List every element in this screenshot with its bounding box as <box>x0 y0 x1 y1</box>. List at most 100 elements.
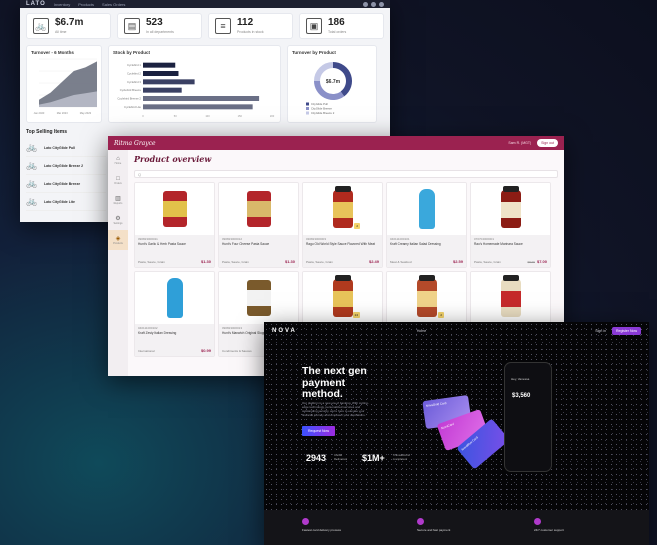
kpi-label: Total orders <box>328 30 347 34</box>
legend-swatch <box>306 102 309 106</box>
product-card[interactable]: 040111000102 Kraft Zesty Italian Dressing… <box>134 271 215 357</box>
y-tick-label: Cyclebird Breeze <box>120 88 142 92</box>
kpi-card-stock: ≡ 112 Products in stock <box>208 13 293 39</box>
product-image <box>219 272 298 324</box>
y-tick-label: Cyclebird 1 <box>127 63 141 67</box>
sidebar-item-home[interactable]: ⌂ Home <box>108 150 128 170</box>
stat-transactions-value: $1M+ <box>362 453 385 463</box>
nova-landing-window: NOVA Home Sign in Register Now The next … <box>264 322 649 545</box>
nav-inventory[interactable]: Inventory <box>54 2 70 7</box>
item-name: Lato CityGlide Breeze 2 <box>44 163 84 168</box>
product-category: Meat & Seafood <box>390 260 412 264</box>
label-band <box>246 201 271 217</box>
hero-headline: The next gen payment method. <box>302 365 367 400</box>
stat-transactions-label: Transactions completed <box>392 453 410 461</box>
stock-chart-panel: Stock by Product Cyclebird 1 Cyclebird 2C… <box>108 45 281 123</box>
x-tick-label: 50 <box>174 114 177 118</box>
bar <box>143 62 176 68</box>
nav-products[interactable]: Products <box>78 2 94 7</box>
product-name: Hunt's Four Cheese Pasta Sauce <box>222 242 270 246</box>
sidebar-label: Reports <box>113 202 123 205</box>
product-sku: 090823000012 <box>222 237 243 241</box>
sidebar-item-products[interactable]: ◈ Products <box>108 230 128 250</box>
donut-center-value: $6.7m <box>326 79 341 85</box>
product-meta: 070704000001 Rao's Homemade Marinara Sauc… <box>471 235 550 267</box>
bar <box>143 79 195 85</box>
jar-image <box>416 275 437 317</box>
phone-mockup: Hey, Vanessa $3,560 <box>504 362 552 472</box>
sidebar-item-settings[interactable]: ⚙ Settings <box>108 210 128 230</box>
product-price: $2.49 <box>369 259 379 264</box>
turnover-donut-chart: $6.7m CityGlide PullCityGlide BreezeCityG… <box>306 62 352 115</box>
product-image <box>303 272 382 324</box>
list-item[interactable]: 🚲 Lato CityGlide Breeze <box>26 175 106 193</box>
sidebar-item-reports[interactable]: ▥ Reports <box>108 190 128 210</box>
product-meta: 040111000101 Kraft Creamy Italian Salad D… <box>387 235 466 267</box>
brand-logo[interactable]: Ritma Grayce <box>114 140 156 147</box>
can-image <box>162 191 187 227</box>
label-band <box>246 290 271 306</box>
tag-icon: ◈ <box>115 236 121 242</box>
dashboard-topbar: LATO Inventory Products Sales Orders <box>20 0 390 8</box>
nav-sales-orders[interactable]: Sales Orders <box>102 2 125 7</box>
price-value: $7.00 <box>536 259 547 264</box>
feature-item: 24/7 customer support <box>534 518 594 532</box>
can-image <box>246 280 271 316</box>
legend-swatch <box>306 107 309 110</box>
search-input[interactable]: Q <box>134 170 558 178</box>
turnover-area-chart: Jan 2023 Mar 2023 May 2023 <box>34 58 97 115</box>
kpi-label: All time <box>55 30 67 34</box>
legend-label: CityGlide Breeze <box>311 107 332 111</box>
x-tick-label: 150 <box>238 114 243 118</box>
product-card[interactable]: 2 030823000003 Ragu Old World Style Sauce … <box>302 182 383 268</box>
label-band <box>332 291 353 307</box>
turnover-chart-panel: Turnover - 6 Months Jan 2023 Mar 2023 May … <box>26 45 102 123</box>
list-item[interactable]: 🚲 Lato CityGlide Breeze 2 <box>26 157 106 175</box>
product-card[interactable]: 070704000001 Rao's Homemade Marinara Sauc… <box>470 182 551 268</box>
user-name: Sam R. (MGT) <box>508 141 532 145</box>
product-sku: 070704000001 <box>474 237 495 241</box>
avatar[interactable] <box>379 1 384 7</box>
nav-home-link[interactable]: Home <box>417 329 426 333</box>
product-card[interactable]: 040111000101 Kraft Creamy Italian Salad D… <box>386 182 467 268</box>
turnover-donut-panel: Turnover by Product $6.7m CityGlide Pull C… <box>287 45 377 123</box>
item-name: Lato CityGlide Pull <box>44 145 76 150</box>
product-name: Rao's Homemade Marinara Sauce <box>474 242 523 246</box>
bar <box>143 104 253 110</box>
product-card[interactable]: 090823000011 Hunt's Garlic & Herb Pasta S… <box>134 182 215 268</box>
list-item[interactable]: 🚲 Lato CityGlide Lite <box>26 193 106 211</box>
feature-text: 24/7 customer support <box>534 528 564 532</box>
kpi-label: Products in stock <box>237 30 264 34</box>
register-button[interactable]: Register Now <box>611 327 641 335</box>
price-value: $2.49 <box>368 259 379 264</box>
list-item[interactable]: 🚲 Lato CityGlide Pull <box>26 139 106 157</box>
legend-label: CityGlide Pull <box>311 102 328 106</box>
request-now-button[interactable]: Request Now <box>302 426 336 436</box>
jar-cap <box>502 186 519 192</box>
feature-icon <box>534 518 541 525</box>
product-sidebar: ⌂ Home □ Orders ▥ Reports ⚙ Settings ◈ Produc… <box>108 150 128 376</box>
product-card[interactable]: 090823000012 Hunt's Four Cheese Pasta Sau… <box>218 182 299 268</box>
product-price: $1.30 <box>285 259 295 264</box>
jar-cap <box>334 186 351 192</box>
x-tick-label: 100 <box>205 114 210 118</box>
settings-icon[interactable] <box>363 1 368 7</box>
sidebar-item-orders[interactable]: □ Orders <box>108 170 128 190</box>
gear-icon: ⚙ <box>115 216 121 222</box>
jar-cap <box>334 275 351 281</box>
x-tick-label: 200 <box>270 114 275 118</box>
stack-icon: ≡ <box>215 18 231 34</box>
x-tick-label: May 2023 <box>80 111 92 115</box>
lato-logo[interactable]: LATO <box>26 1 46 7</box>
page-title: Product overview <box>134 154 212 164</box>
product-name: Kraft Creamy Italian Salad Dressing <box>390 242 441 246</box>
jar-cap <box>418 275 435 281</box>
x-tick-label: Jan 2023 <box>34 111 45 115</box>
product-category: Pasta, Sauce, Grain <box>222 260 249 264</box>
signin-link[interactable]: Sign in <box>595 329 606 333</box>
signout-button[interactable]: Sign out <box>537 139 558 147</box>
nova-logo[interactable]: NOVA <box>272 328 297 334</box>
product-sku: 090823000011 <box>138 237 158 241</box>
jar-cap <box>502 275 519 281</box>
notification-icon[interactable] <box>371 1 376 7</box>
